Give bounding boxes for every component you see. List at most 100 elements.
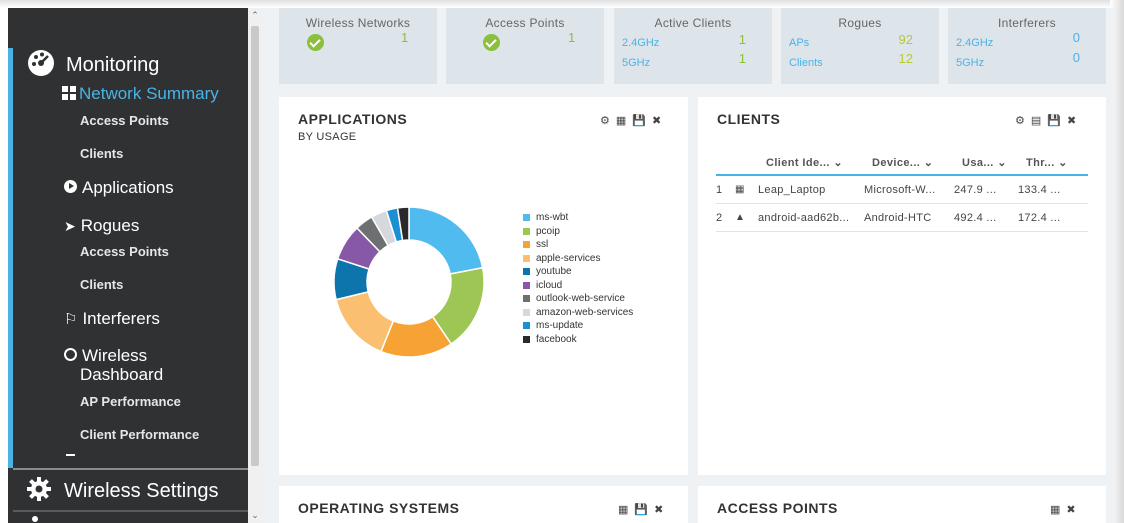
column-header-device[interactable]: Device... ⌄ bbox=[872, 156, 933, 169]
sidebar-active-indicator bbox=[8, 48, 13, 468]
scroll-down-arrow-icon[interactable]: ⌄ bbox=[248, 508, 262, 522]
operating-systems-card: OPERATING SYSTEMS ▦ 💾 ✖ bbox=[279, 486, 688, 523]
dashboard-gauge-icon bbox=[28, 50, 54, 76]
chart-icon[interactable]: ▤ bbox=[1031, 114, 1041, 127]
gear-icon[interactable]: ⚙ bbox=[1015, 114, 1025, 127]
column-header-usage[interactable]: Usa... ⌄ bbox=[962, 156, 1007, 169]
dashboard-small-icon bbox=[64, 348, 77, 361]
gear-icon bbox=[27, 477, 51, 501]
cell-throughput: 133.4 ... bbox=[1018, 184, 1061, 196]
legend-item[interactable]: amazon-web-services bbox=[523, 306, 633, 320]
stat-row-label: 2.4GHz bbox=[956, 37, 994, 49]
nav-dashboard-label[interactable]: Dashboard bbox=[80, 365, 163, 385]
nav-wireless-label: Wireless bbox=[82, 346, 148, 365]
stat-row-label: 5GHz bbox=[622, 57, 651, 69]
nav-rogues-label: Rogues bbox=[80, 216, 140, 235]
gear-icon[interactable]: ⚙ bbox=[600, 114, 610, 127]
legend-item[interactable]: ssl bbox=[523, 238, 633, 252]
card-title: OPERATING SYSTEMS bbox=[298, 500, 460, 516]
nav-interferers[interactable]: ⚐ Interferers bbox=[64, 309, 160, 329]
legend-item[interactable]: pcoip bbox=[523, 225, 633, 239]
legend-item[interactable]: youtube bbox=[523, 265, 633, 279]
nav-wireless-settings[interactable]: Wireless Settings bbox=[64, 480, 219, 503]
cell-usage: 492.4 ... bbox=[954, 212, 997, 224]
table-icon[interactable]: ▦ bbox=[618, 503, 628, 516]
card-toolbar: ⚙ ▦ 💾 ✖ bbox=[600, 114, 661, 127]
stat-row-value: 0 bbox=[1072, 50, 1080, 65]
clients-card: CLIENTS ⚙ ▤ 💾 ✖ Client Ide... ⌄ Device..… bbox=[698, 97, 1106, 475]
table-icon[interactable]: ▦ bbox=[616, 114, 626, 127]
flag-icon: ⚐ bbox=[64, 311, 78, 328]
grid-icon bbox=[62, 86, 76, 100]
applications-card: APPLICATIONS BY USAGE ⚙ ▦ 💾 ✖ ms-wbt pcoi… bbox=[279, 97, 688, 475]
nav-network-summary-label: Network Summary bbox=[79, 84, 219, 103]
legend-swatch bbox=[523, 214, 530, 222]
close-icon[interactable]: ✖ bbox=[654, 503, 663, 516]
card-title: CLIENTS bbox=[717, 111, 781, 127]
nav-access-points[interactable]: Access Points bbox=[80, 113, 169, 128]
nav-clients[interactable]: Clients bbox=[80, 146, 123, 161]
nav-wireless-dashboard[interactable]: Wireless bbox=[64, 346, 147, 366]
stat-row-label: APs bbox=[789, 37, 810, 49]
sidebar-divider bbox=[13, 468, 248, 470]
legend-item[interactable]: ms-update bbox=[523, 319, 633, 333]
legend-item[interactable]: icloud bbox=[523, 279, 633, 293]
stat-access-points[interactable]: Access Points 1 bbox=[446, 8, 604, 84]
stat-rogues[interactable]: Rogues APs 92 Clients 12 bbox=[781, 8, 939, 84]
nav-rogues-access-points[interactable]: Access Points bbox=[80, 244, 169, 259]
nav-monitoring[interactable]: Monitoring bbox=[66, 54, 159, 77]
legend-label: pcoip bbox=[536, 225, 560, 237]
legend-item[interactable]: apple-services bbox=[523, 252, 633, 266]
nav-ap-performance[interactable]: AP Performance bbox=[80, 394, 181, 409]
legend-item[interactable]: facebook bbox=[523, 333, 633, 347]
pie-slice-ms-wbt[interactable] bbox=[408, 206, 484, 275]
nav-client-performance[interactable]: Client Performance bbox=[80, 427, 199, 442]
legend-label: outlook-web-service bbox=[536, 293, 625, 304]
cell-throughput: 172.4 ... bbox=[1018, 212, 1061, 224]
close-icon[interactable]: ✖ bbox=[1066, 503, 1075, 516]
scrollbar-thumb[interactable] bbox=[251, 26, 259, 466]
cell-client: Leap_Laptop bbox=[758, 184, 826, 196]
nav-network-summary[interactable]: Network Summary bbox=[62, 84, 219, 104]
stat-interferers[interactable]: Interferers 2.4GHz 0 5GHz 0 bbox=[948, 8, 1106, 84]
legend-label: amazon-web-services bbox=[536, 306, 634, 318]
nav-rogues-clients[interactable]: Clients bbox=[80, 277, 123, 292]
save-icon[interactable]: 💾 bbox=[634, 503, 648, 516]
cell-device: Microsoft-W... bbox=[864, 184, 936, 196]
nav-rogues[interactable]: ➤ Rogues bbox=[64, 216, 139, 236]
column-header-throughput[interactable]: Thr... ⌄ bbox=[1026, 156, 1068, 169]
save-icon[interactable]: 💾 bbox=[632, 114, 646, 127]
legend-label: icloud bbox=[536, 279, 563, 291]
sidebar-divider-bottom bbox=[13, 510, 248, 512]
sidebar-scrollbar[interactable]: ⌃ ⌄ bbox=[248, 8, 262, 523]
close-icon[interactable]: ✖ bbox=[652, 114, 661, 127]
legend-label: ms-update bbox=[536, 320, 584, 331]
play-circle-icon bbox=[64, 180, 77, 193]
table-row[interactable]: 1 ▦ Leap_Laptop Microsoft-W... 247.9 ...… bbox=[716, 176, 1088, 204]
stat-row-label: 2.4GHz bbox=[622, 37, 660, 49]
cell-client: android-aad62b... bbox=[758, 212, 850, 224]
collapsed-item-marker bbox=[66, 454, 75, 456]
stat-wireless-networks[interactable]: Wireless Networks 1 bbox=[279, 8, 437, 84]
legend-label: ms-wbt bbox=[536, 212, 569, 223]
table-row[interactable]: 2 ▲ android-aad62b... Android-HTC 492.4 … bbox=[716, 204, 1088, 232]
stat-active-clients[interactable]: Active Clients 2.4GHz 1 5GHz 1 bbox=[614, 8, 772, 84]
pie-slice-apple-services[interactable] bbox=[335, 290, 395, 353]
legend-item[interactable]: ms-wbt bbox=[523, 211, 633, 225]
legend-swatch bbox=[523, 254, 530, 262]
row-index: 1 bbox=[716, 184, 723, 196]
sidebar: Monitoring Network Summary Access Points… bbox=[8, 8, 248, 523]
close-icon[interactable]: ✖ bbox=[1067, 114, 1076, 127]
chart-legend: ms-wbt pcoip ssl apple-services youtube iclou… bbox=[523, 211, 633, 346]
android-icon: ▲ bbox=[735, 212, 746, 223]
stat-row-value: 92 bbox=[898, 32, 913, 47]
table-icon[interactable]: ▦ bbox=[1050, 503, 1060, 516]
nav-applications-label: Applications bbox=[82, 178, 174, 197]
card-title: APPLICATIONS bbox=[298, 111, 408, 127]
access-points-card: ACCESS POINTS ▦ ✖ bbox=[698, 486, 1106, 523]
save-icon[interactable]: 💾 bbox=[1047, 114, 1061, 127]
legend-item[interactable]: outlook-web-service bbox=[523, 292, 633, 306]
nav-applications[interactable]: Applications bbox=[64, 178, 174, 198]
column-header-client-identifier[interactable]: Client Ide... ⌄ bbox=[766, 156, 843, 169]
scroll-up-arrow-icon[interactable]: ⌃ bbox=[248, 8, 262, 22]
